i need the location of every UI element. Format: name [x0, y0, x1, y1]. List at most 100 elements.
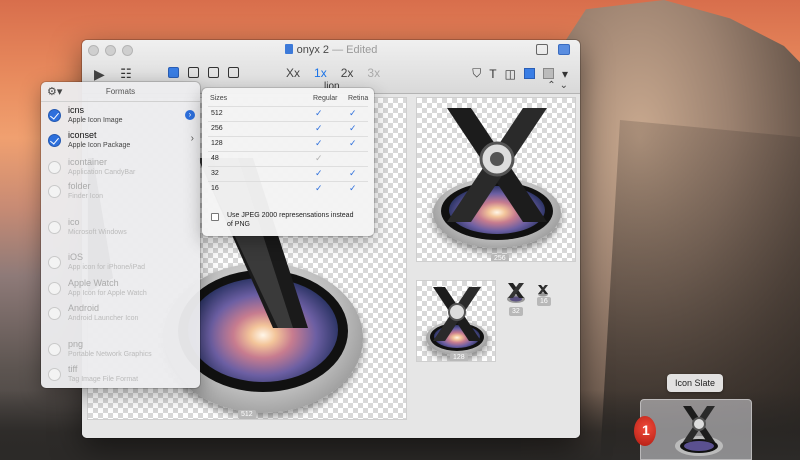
right-tools: ⛉ T ◫ ▾ — [472, 66, 568, 81]
size-row-256: 256 ✓ ✓ — [208, 121, 368, 135]
canvas-mode-group — [168, 67, 239, 78]
shield-icon[interactable]: ⛉ — [472, 66, 481, 81]
dock-app-icon-red[interactable]: 1 — [634, 416, 656, 446]
format-checkbox[interactable] — [48, 134, 61, 147]
format-item-android[interactable]: Android Android Launcher Icon — [41, 301, 200, 326]
format-checkbox[interactable] — [48, 221, 61, 234]
regular-check-icon[interactable]: ✓ — [315, 153, 323, 164]
scale-option-3x[interactable]: 3x — [367, 66, 380, 80]
icon-slate-dock-icon[interactable] — [669, 402, 729, 460]
document-icon — [284, 44, 293, 54]
crop-icon[interactable] — [228, 67, 239, 78]
onyx-icon-128 — [423, 285, 491, 357]
regular-check-icon[interactable]: ✓ — [315, 123, 323, 134]
format-checkbox[interactable] — [48, 368, 61, 381]
format-item-png[interactable]: png Portable Network Graphics — [41, 337, 200, 362]
format-checkbox[interactable] — [48, 109, 61, 122]
sizes-header-label: Sizes — [210, 95, 228, 102]
sidebar-toggle-icon[interactable] — [536, 44, 548, 55]
format-subtitle: Finder Icon — [68, 193, 104, 200]
chevron-down-icon[interactable]: ▾ — [562, 67, 568, 81]
window-title: onyx 2 — Edited — [82, 44, 580, 56]
format-name: tiff — [68, 364, 78, 374]
icon-tile-256[interactable]: 256 — [416, 97, 576, 262]
color-well-icon[interactable] — [523, 68, 535, 79]
add-layer-icon[interactable] — [208, 67, 219, 78]
format-checkbox[interactable] — [48, 256, 61, 269]
tile-label-32: 32 — [509, 307, 523, 316]
x-letter-icon — [538, 285, 548, 297]
compare-icon[interactable]: ◫ — [505, 67, 516, 81]
sizes-panel: Sizes Regular Retina 512 ✓ ✓ 256 ✓ ✓ 128… — [202, 88, 374, 236]
x-letter-icon — [507, 283, 525, 303]
format-subtitle: Tag Image File Format — [68, 376, 139, 383]
format-name: icns — [68, 105, 85, 115]
inspector-toggle-icon[interactable] — [558, 44, 570, 55]
format-item-apple-watch[interactable]: Apple Watch App Icon for Apple Watch — [41, 276, 200, 301]
chevron-right-icon[interactable]: › — [185, 110, 195, 120]
tile-label-16: 16 — [537, 297, 551, 306]
format-item-icns[interactable]: icns Apple Icon Image › — [41, 103, 200, 128]
format-name: iOS — [68, 252, 84, 262]
format-checkbox[interactable] — [48, 282, 61, 295]
background-icon[interactable] — [542, 68, 554, 79]
format-subtitle: Android Launcher Icon — [68, 315, 139, 322]
size-value: 16 — [211, 185, 219, 192]
icon-tile-32[interactable] — [505, 282, 527, 304]
regular-check-icon[interactable]: ✓ — [315, 108, 323, 119]
size-value: 32 — [211, 170, 219, 177]
scale-option-1x[interactable]: 1x — [314, 66, 327, 80]
format-subtitle: Application CandyBar — [68, 169, 136, 176]
retina-header-label: Retina — [348, 95, 369, 102]
x-letter-icon — [447, 108, 547, 222]
scale-option-xx[interactable]: Xx — [286, 66, 300, 80]
path-nav-arrows[interactable]: ⌃⌄ — [547, 80, 572, 91]
tile-label-512: 512 — [238, 410, 256, 419]
formats-panel-title: Formats — [105, 87, 136, 96]
format-item-tiff[interactable]: tiff Tag Image File Format — [41, 362, 200, 387]
regular-check-icon[interactable]: ✓ — [315, 183, 323, 194]
size-value: 512 — [211, 110, 223, 117]
retina-check-icon[interactable]: ✓ — [349, 123, 357, 134]
jpeg2000-label: Use JPEG 2000 represensations instead of… — [227, 212, 354, 228]
format-checkbox[interactable] — [48, 343, 61, 356]
icon-tile-16[interactable] — [537, 284, 549, 297]
retina-check-icon[interactable]: ✓ — [349, 183, 357, 194]
size-row-128: 128 ✓ ✓ — [208, 136, 368, 150]
layers-icon[interactable] — [168, 67, 179, 78]
chevron-right-icon[interactable]: › — [191, 133, 194, 144]
size-value: 48 — [211, 155, 219, 162]
format-name: Android — [68, 303, 100, 313]
format-checkbox[interactable] — [48, 185, 61, 198]
retina-check-icon[interactable]: ✓ — [349, 108, 357, 119]
size-value: 256 — [211, 125, 223, 132]
format-item-ios[interactable]: iOS App icon for iPhone/iPad — [41, 250, 200, 275]
x-letter-icon — [433, 287, 481, 341]
icon-tile-128[interactable]: 128 — [416, 280, 496, 362]
window-edited-status: Edited — [346, 44, 378, 56]
format-checkbox[interactable] — [48, 161, 61, 174]
regular-check-icon[interactable]: ✓ — [315, 138, 323, 149]
duplicate-icon[interactable] — [188, 67, 199, 78]
scale-option-2x[interactable]: 2x — [341, 66, 354, 80]
onyx-icon-256 — [427, 104, 567, 254]
regular-check-icon[interactable]: ✓ — [315, 168, 323, 179]
retina-check-icon[interactable]: ✓ — [349, 138, 357, 149]
dock — [640, 399, 752, 460]
text-icon[interactable]: T — [489, 67, 496, 81]
window-title-name: onyx 2 — [296, 44, 330, 56]
jpeg2000-checkbox[interactable] — [211, 213, 219, 221]
size-row-48: 48 ✓ — [208, 151, 368, 165]
tile-label-128: 128 — [450, 353, 468, 361]
formats-panel: ⚙▾ Formats icns Apple Icon Image › icons… — [41, 82, 200, 388]
format-item-ico[interactable]: ico Microsoft Windows — [41, 215, 200, 240]
format-name: iconset — [68, 130, 97, 140]
format-item-icontainer[interactable]: icontainer Application CandyBar — [41, 155, 200, 180]
format-name: icontainer — [68, 157, 108, 167]
format-checkbox[interactable] — [48, 307, 61, 320]
size-row-16: 16 ✓ ✓ — [208, 181, 368, 195]
retina-check-icon[interactable]: ✓ — [349, 168, 357, 179]
format-name: folder — [68, 181, 91, 191]
format-item-iconset[interactable]: iconset Apple Icon Package › — [41, 128, 200, 153]
format-item-folder[interactable]: folder Finder Icon — [41, 179, 200, 204]
